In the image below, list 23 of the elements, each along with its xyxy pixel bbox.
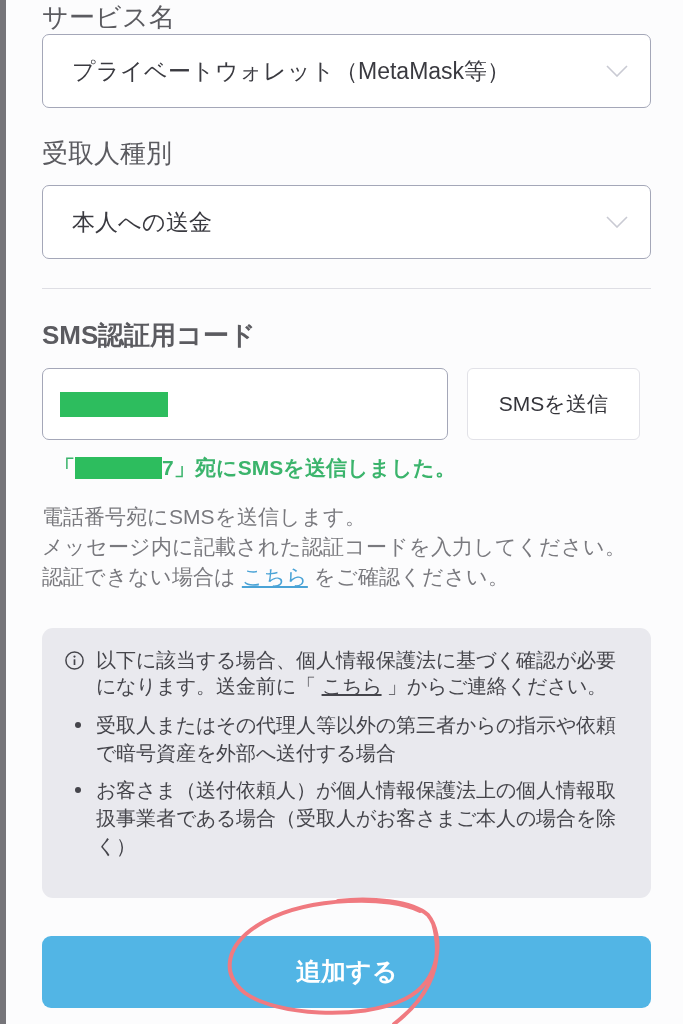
field-label: 受取人種別 (42, 138, 172, 168)
select-value: 本人への送金 (72, 207, 212, 237)
select-value: プライベートウォレット（MetaMask等） (72, 56, 511, 86)
bullet-icon (75, 787, 81, 793)
help-text: 電話番号宛にSMSを送信します。 (42, 504, 366, 530)
select-field[interactable]: プライベートウォレット（MetaMask等） (42, 34, 651, 108)
chevron-down-icon (606, 65, 628, 77)
sent-notice-text: 7」宛にSMSを送信しました。 (162, 455, 457, 482)
field-label: サービス名 (42, 2, 175, 32)
help-text: 認証できない場合は こちら をご確認ください。 (42, 564, 509, 590)
notice-text: 以下に該当する場合、個人情報保護法に基づく確認が必要になります。送金前に「 こちら 」からご連絡ください。 (96, 648, 617, 699)
field-label: SMS認証用コード (42, 320, 257, 350)
info-icon (65, 651, 84, 670)
code-input-field[interactable] (42, 368, 448, 440)
bullet-icon (75, 722, 81, 728)
select-field[interactable]: 本人への送金 (42, 185, 651, 259)
notice-link[interactable]: こちら (321, 675, 382, 697)
notice-item: 受取人またはその代理人等以外の第三者からの指示や依頼で暗号資産を外部へ送付する場合 (96, 713, 617, 766)
sent-notice-text: 「 (54, 455, 75, 482)
send-sms-button[interactable]: SMSを送信 (467, 368, 640, 440)
help-text: メッセージ内に記載された認証コードを入力してください。 (42, 534, 626, 560)
chevron-down-icon (606, 216, 628, 228)
notice-item: お客さま（送付依頼人）が個人情報保護法上の個人情報取扱事業者である場合（受取人がお客さまご本人の場合を除く） (96, 778, 617, 859)
